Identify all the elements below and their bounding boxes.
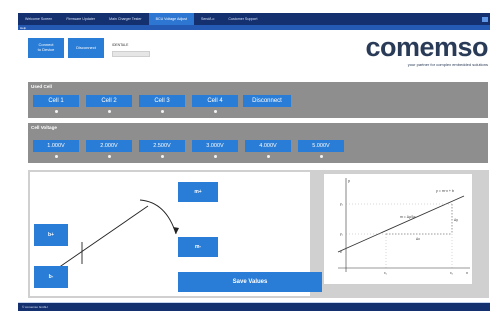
linear-equation-graph: y x y = m·x + b m = Δy/Δx Δy Δx y₂ y₁ b … [323,173,473,285]
tab-main-charger-tester[interactable]: Main Charger Tester [102,13,149,25]
logo-tagline: your partner for complex embedded soluti… [407,62,488,67]
delta-x-label: Δx [416,237,420,241]
y1-label: y₁ [340,232,343,236]
voltage-2500-button[interactable]: 2.500V [139,140,185,152]
voltage-2000-indicator [108,155,111,158]
cell-1-indicator [55,110,58,113]
connection-status: IDENTALE [112,43,129,47]
voltage-3000-button[interactable]: 3.000V [192,140,238,152]
cell-4-indicator [214,110,217,113]
logo-word: comemso [365,32,488,62]
status-field [112,51,150,57]
tab-bar: Welcome Screen Firmware Updater Main Cha… [18,13,490,25]
cell-2-indicator [108,110,111,113]
tab-welcome-screen[interactable]: Welcome Screen [18,13,59,25]
cell-4-button[interactable]: Cell 4 [192,95,238,107]
intercept-label: b [340,250,342,254]
x1-label: x₁ [384,271,387,275]
tab-customer-support[interactable]: Customer Support [221,13,264,25]
comemso-logo: comemso your partner for complex embedde… [350,33,490,69]
slope-label: m = Δy/Δx [400,215,416,219]
used-cell-title: Used Cell [31,84,52,89]
voltage-1000-indicator [55,155,58,158]
y-axis-label: y [348,178,350,183]
rotation-arc [139,199,177,235]
app-window: Welcome Screen Firmware Updater Main Cha… [0,0,500,314]
tab-firmware-updater[interactable]: Firmware Updater [59,13,102,25]
cell-voltage-title: Cell Voltage [31,125,57,130]
disconnect-button[interactable]: Disconnect [68,38,104,58]
status-footer: © comemso GmbH [18,303,490,311]
cell-3-button[interactable]: Cell 3 [139,95,185,107]
voltage-1000-button[interactable]: 1.000V [33,140,79,152]
y2-label: y₂ [340,202,344,206]
slope-line [57,205,149,269]
save-values-button[interactable]: Save Values [178,272,322,292]
x-axis-label: x [466,270,468,275]
x2-label: x₂ [450,271,454,275]
voltage-5000-button[interactable]: 5.000V [298,140,344,152]
window-control-icon[interactable] [480,13,490,25]
connect-button[interactable]: Connect to Device [28,38,64,58]
voltage-2000-button[interactable]: 2.000V [86,140,132,152]
graph-svg: y x y = m·x + b m = Δy/Δx Δy Δx y₂ y₁ b … [337,178,470,275]
tab-bcu-voltage-adjust[interactable]: BCU Voltage Adjust [148,13,194,25]
voltage-4000-button[interactable]: 4.000V [245,140,291,152]
m-minus-button[interactable]: m- [178,237,218,257]
menu-bar: Help [18,25,490,30]
help-menu[interactable]: Help [20,26,26,30]
cell-disconnect-button[interactable]: Disconnect [243,95,291,107]
equation-label: y = m·x + b [436,189,454,193]
delta-y-label: Δy [454,218,458,222]
voltage-3000-indicator [214,155,217,158]
cell-2-button[interactable]: Cell 2 [86,95,132,107]
rotation-arrow-icon [173,227,179,234]
cell-3-indicator [161,110,164,113]
tab-send-lo[interactable]: Send/Lo [194,13,221,25]
m-plus-button[interactable]: m+ [178,182,218,202]
voltage-5000-indicator [320,155,323,158]
footer-text: © comemso GmbH [22,305,48,309]
voltage-4000-indicator [267,155,270,158]
b-plus-button[interactable]: b+ [34,224,68,246]
b-minus-button[interactable]: b- [34,266,68,288]
voltage-2500-indicator [161,155,164,158]
cell-1-button[interactable]: Cell 1 [33,95,79,107]
function-line [337,195,465,253]
